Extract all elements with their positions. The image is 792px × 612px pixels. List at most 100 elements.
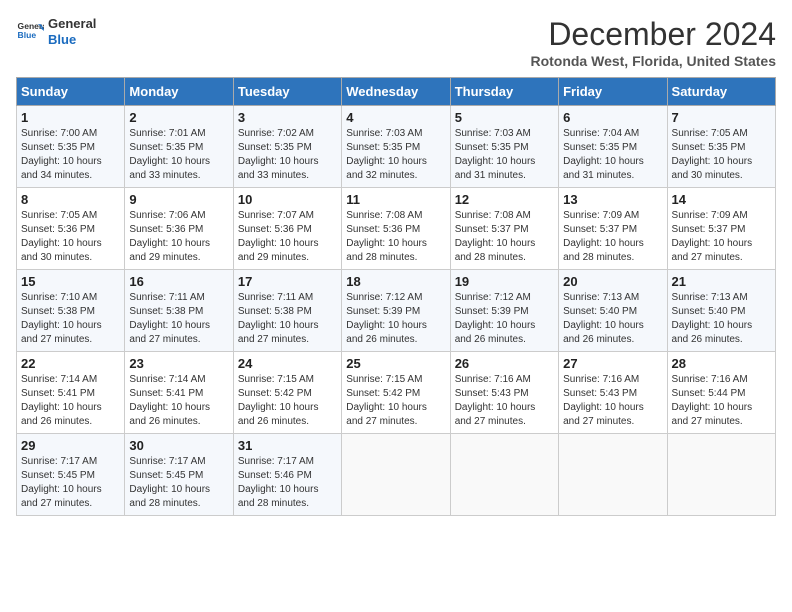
calendar-cell: 7 Sunrise: 7:05 AM Sunset: 5:35 PM Daylig… bbox=[667, 106, 775, 188]
calendar-cell: 14 Sunrise: 7:09 AM Sunset: 5:37 PM Dayli… bbox=[667, 188, 775, 270]
calendar-week-2: 8 Sunrise: 7:05 AM Sunset: 5:36 PM Daylig… bbox=[17, 188, 776, 270]
day-number: 25 bbox=[346, 356, 445, 371]
day-number: 14 bbox=[672, 192, 771, 207]
day-info: Sunrise: 7:15 AM Sunset: 5:42 PM Dayligh… bbox=[238, 373, 337, 429]
day-info: Sunrise: 7:11 AM Sunset: 5:38 PM Dayligh… bbox=[238, 291, 337, 347]
calendar-cell bbox=[450, 434, 558, 516]
day-info: Sunrise: 7:04 AM Sunset: 5:35 PM Dayligh… bbox=[563, 127, 662, 183]
weekday-header-tuesday: Tuesday bbox=[233, 78, 341, 106]
calendar-week-5: 29 Sunrise: 7:17 AM Sunset: 5:45 PM Dayli… bbox=[17, 434, 776, 516]
weekday-header-sunday: Sunday bbox=[17, 78, 125, 106]
calendar-week-4: 22 Sunrise: 7:14 AM Sunset: 5:41 PM Dayli… bbox=[17, 352, 776, 434]
day-number: 23 bbox=[129, 356, 228, 371]
day-number: 2 bbox=[129, 110, 228, 125]
calendar-cell: 5 Sunrise: 7:03 AM Sunset: 5:35 PM Daylig… bbox=[450, 106, 558, 188]
day-number: 5 bbox=[455, 110, 554, 125]
day-info: Sunrise: 7:14 AM Sunset: 5:41 PM Dayligh… bbox=[21, 373, 120, 429]
day-number: 10 bbox=[238, 192, 337, 207]
day-number: 20 bbox=[563, 274, 662, 289]
calendar-cell: 22 Sunrise: 7:14 AM Sunset: 5:41 PM Dayli… bbox=[17, 352, 125, 434]
calendar-cell: 21Sunrise: 7:13 AM Sunset: 5:40 PM Dayli… bbox=[667, 270, 775, 352]
weekday-header-saturday: Saturday bbox=[667, 78, 775, 106]
weekday-header-wednesday: Wednesday bbox=[342, 78, 450, 106]
day-info: Sunrise: 7:08 AM Sunset: 5:37 PM Dayligh… bbox=[455, 209, 554, 265]
calendar-cell: 30Sunrise: 7:17 AM Sunset: 5:45 PM Dayli… bbox=[125, 434, 233, 516]
day-info: Sunrise: 7:17 AM Sunset: 5:46 PM Dayligh… bbox=[238, 455, 337, 511]
calendar-cell: 20 Sunrise: 7:13 AM Sunset: 5:40 PM Dayli… bbox=[559, 270, 667, 352]
day-number: 18 bbox=[346, 274, 445, 289]
day-info: Sunrise: 7:16 AM Sunset: 5:44 PM Dayligh… bbox=[672, 373, 771, 429]
day-info: Sunrise: 7:17 AM Sunset: 5:45 PM Dayligh… bbox=[21, 455, 120, 511]
day-info: Sunrise: 7:15 AM Sunset: 5:42 PM Dayligh… bbox=[346, 373, 445, 429]
day-number: 1 bbox=[21, 110, 120, 125]
day-info: Sunrise: 7:09 AM Sunset: 5:37 PM Dayligh… bbox=[672, 209, 771, 265]
day-number: 26 bbox=[455, 356, 554, 371]
calendar-cell: 15 Sunrise: 7:10 AM Sunset: 5:38 PM Dayli… bbox=[17, 270, 125, 352]
day-number: 29 bbox=[21, 438, 120, 453]
day-number: 17 bbox=[238, 274, 337, 289]
day-info: Sunrise: 7:11 AM Sunset: 5:38 PM Dayligh… bbox=[129, 291, 228, 347]
day-number: 16 bbox=[129, 274, 228, 289]
calendar-cell: 3 Sunrise: 7:02 AM Sunset: 5:35 PM Daylig… bbox=[233, 106, 341, 188]
day-info: Sunrise: 7:13 AM Sunset: 5:40 PM Dayligh… bbox=[563, 291, 662, 347]
calendar-cell: 12 Sunrise: 7:08 AM Sunset: 5:37 PM Dayli… bbox=[450, 188, 558, 270]
weekday-header-friday: Friday bbox=[559, 78, 667, 106]
day-number: 7 bbox=[672, 110, 771, 125]
day-number: 22 bbox=[21, 356, 120, 371]
calendar-cell: 18 Sunrise: 7:12 AM Sunset: 5:39 PM Dayli… bbox=[342, 270, 450, 352]
day-info: Sunrise: 7:06 AM Sunset: 5:36 PM Dayligh… bbox=[129, 209, 228, 265]
calendar-cell: 27Sunrise: 7:16 AM Sunset: 5:43 PM Dayli… bbox=[559, 352, 667, 434]
calendar-cell: 2 Sunrise: 7:01 AM Sunset: 5:35 PM Daylig… bbox=[125, 106, 233, 188]
day-number: 3 bbox=[238, 110, 337, 125]
day-number: 28 bbox=[672, 356, 771, 371]
day-number: 13 bbox=[563, 192, 662, 207]
calendar-cell: 13 Sunrise: 7:09 AM Sunset: 5:37 PM Dayli… bbox=[559, 188, 667, 270]
calendar-cell: 8 Sunrise: 7:05 AM Sunset: 5:36 PM Daylig… bbox=[17, 188, 125, 270]
day-number: 31 bbox=[238, 438, 337, 453]
day-info: Sunrise: 7:07 AM Sunset: 5:36 PM Dayligh… bbox=[238, 209, 337, 265]
weekday-header-thursday: Thursday bbox=[450, 78, 558, 106]
calendar-week-3: 15 Sunrise: 7:10 AM Sunset: 5:38 PM Dayli… bbox=[17, 270, 776, 352]
day-info: Sunrise: 7:02 AM Sunset: 5:35 PM Dayligh… bbox=[238, 127, 337, 183]
location: Rotonda West, Florida, United States bbox=[530, 53, 776, 69]
calendar-cell: 26 Sunrise: 7:16 AM Sunset: 5:43 PM Dayli… bbox=[450, 352, 558, 434]
day-number: 11 bbox=[346, 192, 445, 207]
logo-line1: General bbox=[48, 16, 96, 32]
day-info: Sunrise: 7:01 AM Sunset: 5:35 PM Dayligh… bbox=[129, 127, 228, 183]
day-info: Sunrise: 7:03 AM Sunset: 5:35 PM Dayligh… bbox=[455, 127, 554, 183]
calendar-table: SundayMondayTuesdayWednesdayThursdayFrid… bbox=[16, 77, 776, 516]
day-number: 4 bbox=[346, 110, 445, 125]
general-blue-logo-icon: General Blue bbox=[16, 18, 44, 46]
calendar-cell: 28 Sunrise: 7:16 AM Sunset: 5:44 PM Dayli… bbox=[667, 352, 775, 434]
day-info: Sunrise: 7:10 AM Sunset: 5:38 PM Dayligh… bbox=[21, 291, 120, 347]
day-number: 6 bbox=[563, 110, 662, 125]
day-info: Sunrise: 7:16 AM Sunset: 5:43 PM Dayligh… bbox=[563, 373, 662, 429]
day-info: Sunrise: 7:16 AM Sunset: 5:43 PM Dayligh… bbox=[455, 373, 554, 429]
calendar-cell bbox=[342, 434, 450, 516]
calendar-cell: 4Sunrise: 7:03 AM Sunset: 5:35 PM Daylig… bbox=[342, 106, 450, 188]
calendar-cell: 25 Sunrise: 7:15 AM Sunset: 5:42 PM Dayli… bbox=[342, 352, 450, 434]
day-number: 24 bbox=[238, 356, 337, 371]
day-info: Sunrise: 7:17 AM Sunset: 5:45 PM Dayligh… bbox=[129, 455, 228, 511]
calendar-cell: 19Sunrise: 7:12 AM Sunset: 5:39 PM Dayli… bbox=[450, 270, 558, 352]
calendar-cell: 24 Sunrise: 7:15 AM Sunset: 5:42 PM Dayli… bbox=[233, 352, 341, 434]
calendar-cell: 23 Sunrise: 7:14 AM Sunset: 5:41 PM Dayli… bbox=[125, 352, 233, 434]
day-number: 8 bbox=[21, 192, 120, 207]
calendar-cell: 29 Sunrise: 7:17 AM Sunset: 5:45 PM Dayli… bbox=[17, 434, 125, 516]
svg-text:Blue: Blue bbox=[18, 30, 37, 40]
weekday-header-monday: Monday bbox=[125, 78, 233, 106]
day-info: Sunrise: 7:13 AM Sunset: 5:40 PM Dayligh… bbox=[672, 291, 771, 347]
day-info: Sunrise: 7:05 AM Sunset: 5:35 PM Dayligh… bbox=[672, 127, 771, 183]
day-number: 12 bbox=[455, 192, 554, 207]
title-block: December 2024 Rotonda West, Florida, Uni… bbox=[530, 16, 776, 69]
day-info: Sunrise: 7:05 AM Sunset: 5:36 PM Dayligh… bbox=[21, 209, 120, 265]
day-number: 15 bbox=[21, 274, 120, 289]
calendar-cell: 10 Sunrise: 7:07 AM Sunset: 5:36 PM Dayli… bbox=[233, 188, 341, 270]
day-info: Sunrise: 7:12 AM Sunset: 5:39 PM Dayligh… bbox=[346, 291, 445, 347]
day-info: Sunrise: 7:08 AM Sunset: 5:36 PM Dayligh… bbox=[346, 209, 445, 265]
day-info: Sunrise: 7:14 AM Sunset: 5:41 PM Dayligh… bbox=[129, 373, 228, 429]
day-info: Sunrise: 7:09 AM Sunset: 5:37 PM Dayligh… bbox=[563, 209, 662, 265]
calendar-week-1: 1Sunrise: 7:00 AM Sunset: 5:35 PM Daylig… bbox=[17, 106, 776, 188]
calendar-cell: 17 Sunrise: 7:11 AM Sunset: 5:38 PM Dayli… bbox=[233, 270, 341, 352]
month-title: December 2024 bbox=[530, 16, 776, 53]
